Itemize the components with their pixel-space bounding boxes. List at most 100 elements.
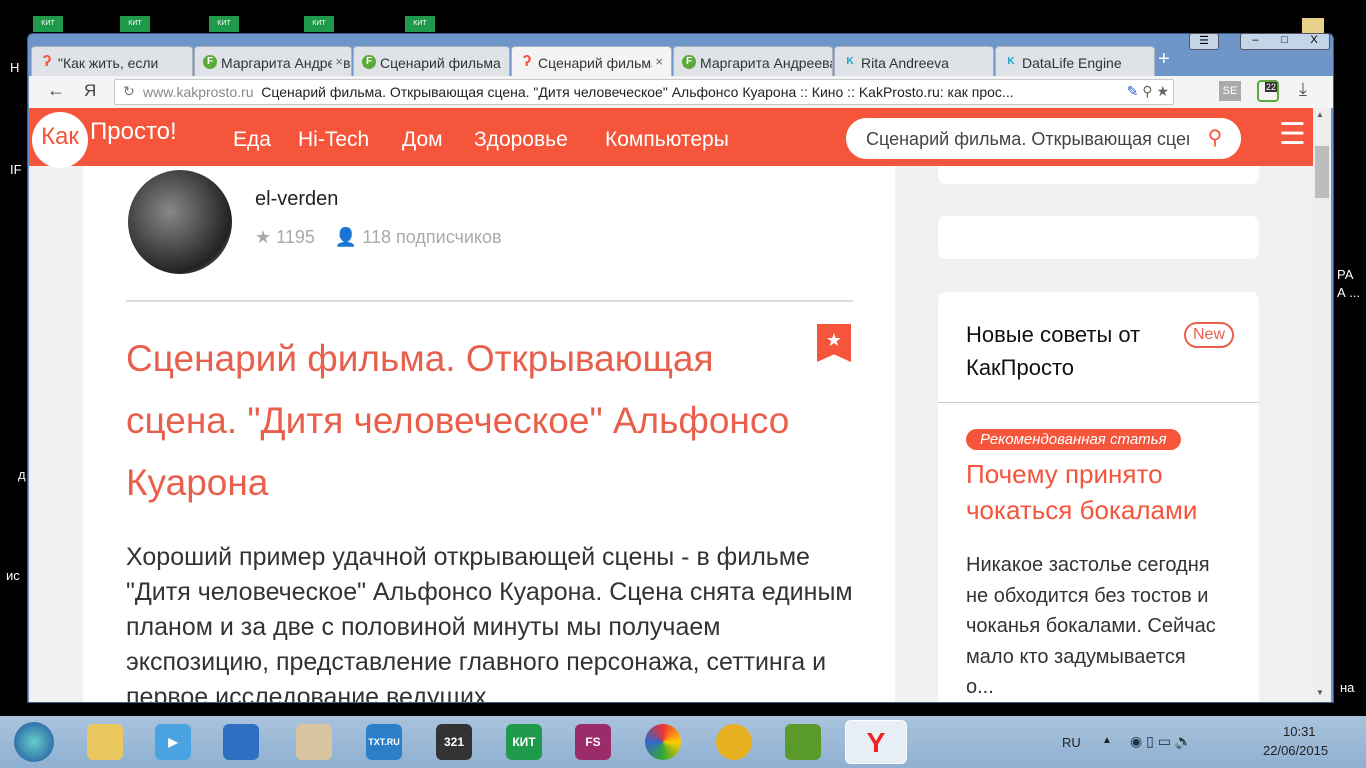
media-player-icon[interactable]: ▶ bbox=[155, 724, 191, 760]
logo-text[interactable]: Просто! bbox=[90, 118, 177, 146]
desktop-label: ис bbox=[6, 568, 20, 583]
clock-date[interactable]: 22/06/2015 bbox=[1263, 743, 1328, 758]
back-button[interactable]: ← bbox=[47, 80, 65, 101]
nav-item[interactable]: Еда bbox=[233, 128, 271, 152]
desktop-shortcut[interactable]: КИТ bbox=[33, 16, 63, 32]
se-extension-icon[interactable]: SE bbox=[1219, 81, 1241, 101]
maximize-button[interactable]: □ bbox=[1281, 34, 1288, 49]
mozaik-icon[interactable] bbox=[223, 724, 259, 760]
tab[interactable]: ʔ "Как жить, если bbox=[31, 46, 193, 76]
tab-title: "Как жить, если bbox=[58, 55, 159, 71]
yandex-button[interactable]: Я bbox=[84, 81, 96, 101]
site-header: Как Просто! Еда Hi-Tech Дом Здоровье Ком… bbox=[29, 108, 1314, 168]
tray-icons[interactable]: ◉ ▯ ▭ 🔈 bbox=[1130, 733, 1192, 750]
toolbar: ← Я ↻ www.kakprosto.ru Сценарий фильма. … bbox=[29, 76, 1333, 108]
kit-icon[interactable]: КИТ bbox=[506, 724, 542, 760]
nav-item[interactable]: Здоровье bbox=[474, 128, 568, 152]
address-bar[interactable]: ↻ www.kakprosto.ru Сценарий фильма. Откр… bbox=[114, 79, 1174, 105]
paint-icon[interactable] bbox=[296, 724, 332, 760]
desktop-label: А ... bbox=[1337, 285, 1361, 300]
close-tab-icon[interactable]: × bbox=[332, 54, 343, 69]
desktop-label: на bbox=[1340, 680, 1355, 695]
321-player-icon[interactable]: 321 bbox=[436, 724, 472, 760]
tab[interactable]: F Сценарий фильма bbox=[353, 46, 510, 76]
search-icon[interactable]: ⚲ bbox=[1189, 118, 1241, 159]
nav-item[interactable]: Hi-Tech bbox=[298, 128, 369, 152]
author-avatar[interactable] bbox=[128, 170, 232, 274]
tab[interactable]: K Rita Andreeva bbox=[834, 46, 994, 76]
desktop-shortcut[interactable]: КИТ bbox=[209, 16, 239, 32]
new-tips-heading: Новые советы от КакПросто bbox=[966, 322, 1141, 380]
new-tips-card: Новые советы от КакПросто New Рекомендов… bbox=[938, 292, 1259, 702]
nav-item[interactable]: Компьютеры bbox=[605, 128, 729, 152]
tab-title: Маргарита Андреева bbox=[700, 55, 833, 71]
menu-button[interactable]: ☰ bbox=[1189, 33, 1219, 50]
desktop-label: IF bbox=[10, 162, 22, 177]
nav-item[interactable]: Дом bbox=[402, 128, 443, 152]
tab-title: Сценарий фильма bbox=[380, 55, 501, 71]
webmoney-icon[interactable] bbox=[716, 724, 752, 760]
new-badge: New bbox=[1184, 322, 1235, 348]
language-indicator[interactable]: RU bbox=[1062, 735, 1081, 750]
scrollbar[interactable]: ▲ ▼ bbox=[1313, 108, 1331, 702]
show-hidden-icons[interactable]: ▲ bbox=[1102, 735, 1112, 746]
explorer-icon[interactable] bbox=[87, 724, 123, 760]
bookmark-star-icon[interactable]: ★ bbox=[1156, 83, 1169, 99]
kp-favicon: K bbox=[1007, 56, 1015, 67]
kakprosto-favicon: ʔ bbox=[42, 53, 52, 70]
picasa-icon[interactable] bbox=[645, 724, 681, 760]
tab-active[interactable]: ʔ Сценарий фильма × bbox=[511, 46, 672, 77]
recommended-tag: Рекомендованная статья bbox=[966, 429, 1181, 450]
fs-icon[interactable]: FS bbox=[575, 724, 611, 760]
evernote-icon[interactable] bbox=[785, 724, 821, 760]
address-actions: ✎ ⚲ ★ bbox=[1122, 83, 1169, 100]
reload-icon[interactable]: ↻ bbox=[123, 83, 135, 100]
kp-favicon: K bbox=[846, 56, 854, 67]
hamburger-menu-icon[interactable]: ☰ bbox=[1279, 120, 1314, 150]
logo[interactable]: Как bbox=[32, 112, 88, 168]
author-name[interactable]: el-verden bbox=[255, 188, 338, 211]
tab[interactable]: F Маргарита Андреева × bbox=[194, 46, 352, 76]
yandex-browser-icon[interactable]: Y bbox=[845, 720, 907, 764]
f-favicon: F bbox=[682, 55, 696, 69]
download-icon[interactable]: ⤓ bbox=[1299, 79, 1307, 100]
desktop-label: РА bbox=[1337, 267, 1354, 282]
scroll-down-icon[interactable]: ▼ bbox=[1316, 688, 1324, 697]
web-page: el-verden ★ 1195 👤 118 подписчиков Сцена… bbox=[29, 108, 1314, 702]
article-column: el-verden ★ 1195 👤 118 подписчиков Сцена… bbox=[83, 166, 895, 702]
brush-icon[interactable]: ✎ bbox=[1127, 83, 1139, 99]
zoom-icon[interactable]: ⚲ bbox=[1142, 83, 1152, 99]
star-icon: ★ bbox=[255, 227, 272, 247]
tab-title: DataLife Engine bbox=[1022, 55, 1122, 71]
shield-extension-icon[interactable]: 22 bbox=[1257, 80, 1279, 102]
extension-badge: 22 bbox=[1264, 82, 1277, 92]
kakprosto-favicon: ʔ bbox=[522, 53, 532, 70]
start-button[interactable] bbox=[14, 722, 54, 762]
window-controls: – □ X bbox=[1240, 33, 1330, 50]
txt-ru-icon[interactable]: TXT.RU bbox=[366, 724, 402, 760]
minimize-button[interactable]: – bbox=[1252, 34, 1258, 49]
tab-title: Сценарий фильма bbox=[538, 55, 659, 71]
tab[interactable]: K DataLife Engine bbox=[995, 46, 1155, 76]
desktop-shortcut[interactable]: КИТ bbox=[405, 16, 435, 32]
tab-title: Rita Andreeva bbox=[861, 55, 949, 71]
recommended-text: Никакое застолье сегодня не обходится бе… bbox=[966, 554, 1216, 698]
divider bbox=[126, 300, 853, 302]
new-tab-button[interactable]: + bbox=[1158, 48, 1170, 71]
close-tab-icon[interactable]: × bbox=[652, 54, 663, 69]
recommended-title[interactable]: Почему принято чокаться бокалами bbox=[966, 456, 1246, 528]
folder-icon[interactable] bbox=[1302, 18, 1324, 34]
article-body: Хороший пример удачной открывающей сцены… bbox=[126, 543, 853, 702]
desktop-shortcut[interactable]: КИТ bbox=[304, 16, 334, 32]
tab[interactable]: F Маргарита Андреева bbox=[673, 46, 833, 76]
close-button[interactable]: X bbox=[1310, 34, 1317, 49]
scrollbar-thumb[interactable] bbox=[1315, 146, 1329, 198]
search-input[interactable]: Сценарий фильма. Открывающая сцена ⚲ bbox=[846, 118, 1241, 159]
bookmark-button[interactable]: ★ bbox=[817, 324, 851, 362]
clock-time[interactable]: 10:31 bbox=[1283, 724, 1316, 739]
address-page-title: Сценарий фильма. Открывающая сцена. "Дит… bbox=[261, 84, 1014, 100]
user-icon: 👤 bbox=[334, 227, 358, 247]
desktop-shortcut[interactable]: КИТ bbox=[120, 16, 150, 32]
scroll-up-icon[interactable]: ▲ bbox=[1316, 110, 1324, 119]
author-rating: 1195 bbox=[276, 227, 315, 247]
